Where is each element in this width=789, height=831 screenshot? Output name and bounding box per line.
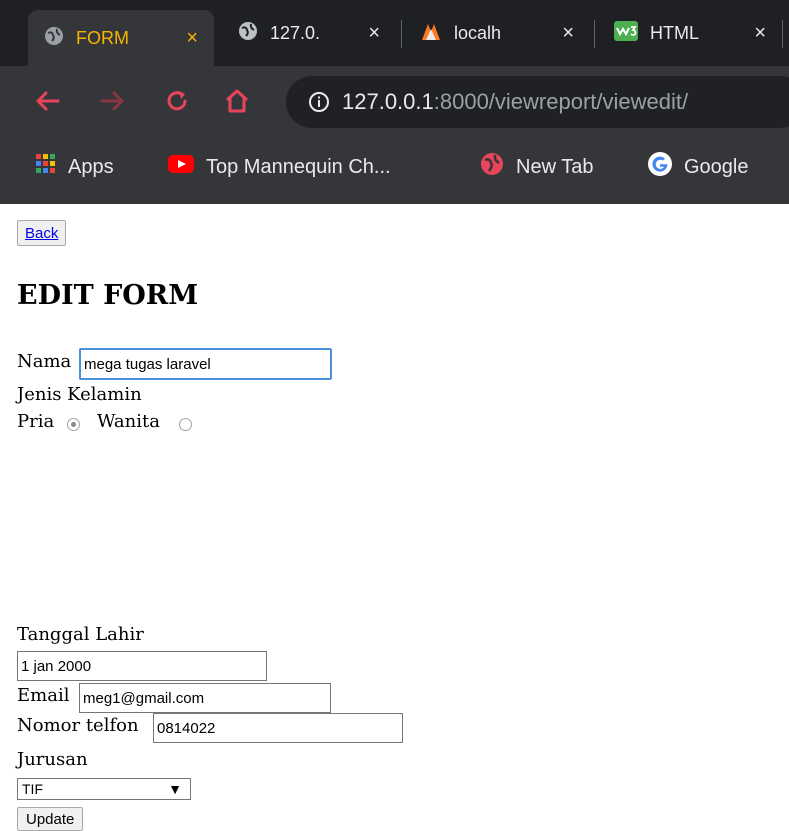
tab-title: FORM xyxy=(76,27,129,48)
forward-arrow-icon[interactable] xyxy=(96,84,130,118)
tanggal-lahir-label: Tanggal Lahir xyxy=(17,624,144,645)
tab-form[interactable]: FORM × xyxy=(28,10,214,66)
tab-separator xyxy=(782,20,783,48)
tab-separator xyxy=(401,20,402,48)
globe-icon xyxy=(44,26,64,51)
gender-option-label: Pria xyxy=(17,411,55,432)
email-label: Email xyxy=(17,685,70,706)
page-content: Back EDIT FORM Nama mega tugas laravel J… xyxy=(0,204,789,831)
bookmark-label: New Tab xyxy=(516,155,594,178)
back-arrow-icon[interactable] xyxy=(30,84,64,118)
jurusan-selected-value: TIF xyxy=(22,781,43,797)
reload-icon[interactable] xyxy=(160,84,194,118)
bookmark-google[interactable]: Google xyxy=(648,138,749,196)
bookmark-top-mannequin[interactable]: Top Mannequin Ch... xyxy=(168,138,391,196)
home-icon[interactable] xyxy=(220,84,254,118)
gender-option-label: Wanita xyxy=(97,411,160,432)
nama-input[interactable]: mega tugas laravel xyxy=(79,348,332,380)
close-icon[interactable]: × xyxy=(754,22,766,45)
jenis-kelamin-label: Jenis Kelamin xyxy=(17,384,142,405)
close-icon[interactable]: × xyxy=(368,22,380,45)
bookmarks-bar: Apps Top Mannequin Ch... New Tab Google xyxy=(0,138,789,204)
url-host: 127.0.0.1 xyxy=(342,89,434,114)
bookmark-label: Apps xyxy=(68,155,114,178)
page-title: EDIT FORM xyxy=(17,280,199,311)
info-icon[interactable] xyxy=(308,91,330,113)
update-button[interactable]: Update xyxy=(17,807,84,831)
pria-radio[interactable] xyxy=(67,418,80,431)
bookmark-apps[interactable]: Apps xyxy=(36,138,114,196)
globe-icon xyxy=(480,152,504,182)
jurusan-select[interactable]: TIF ▼ xyxy=(17,778,191,800)
tab-title: localh xyxy=(454,22,502,43)
jurusan-label: Jurusan xyxy=(17,749,88,770)
dropdown-arrow-icon: ▼ xyxy=(168,781,182,797)
w3schools-icon xyxy=(614,20,638,46)
tab-127[interactable]: 127.0. × xyxy=(222,10,396,56)
nama-label: Nama xyxy=(17,351,72,372)
tab-html[interactable]: HTML × xyxy=(598,10,782,56)
address-bar[interactable]: 127.0.0.1:8000/viewreport/viewedit/ xyxy=(286,76,789,128)
tanggal-lahir-input[interactable]: 1 jan 2000 xyxy=(17,651,267,681)
bookmark-label: Google xyxy=(684,155,749,178)
xampp-icon xyxy=(420,20,442,47)
tab-title: HTML xyxy=(650,22,699,43)
google-icon xyxy=(648,152,672,182)
back-button[interactable]: Back xyxy=(17,220,67,246)
close-icon[interactable]: × xyxy=(186,27,198,50)
nomor-telfon-label: Nomor telfon xyxy=(17,715,139,736)
bookmark-new-tab[interactable]: New Tab xyxy=(480,138,593,196)
wanita-radio[interactable] xyxy=(179,418,192,431)
tab-separator xyxy=(594,20,595,48)
bookmark-label: Top Mannequin Ch... xyxy=(206,155,391,178)
email-input[interactable]: meg1@gmail.com xyxy=(79,683,331,713)
url-path: :8000/viewreport/viewedit/ xyxy=(433,89,689,114)
close-icon[interactable]: × xyxy=(562,22,574,45)
tab-title: 127.0. xyxy=(270,22,321,43)
apps-grid-icon xyxy=(36,154,56,180)
globe-icon xyxy=(238,21,258,46)
tab-strip: FORM × 127.0. × localh × HTML × xyxy=(0,0,789,66)
youtube-icon xyxy=(168,155,194,179)
nomor-telfon-input[interactable]: 0814022 xyxy=(153,713,403,743)
tab-localhost[interactable]: localh × xyxy=(404,10,590,56)
